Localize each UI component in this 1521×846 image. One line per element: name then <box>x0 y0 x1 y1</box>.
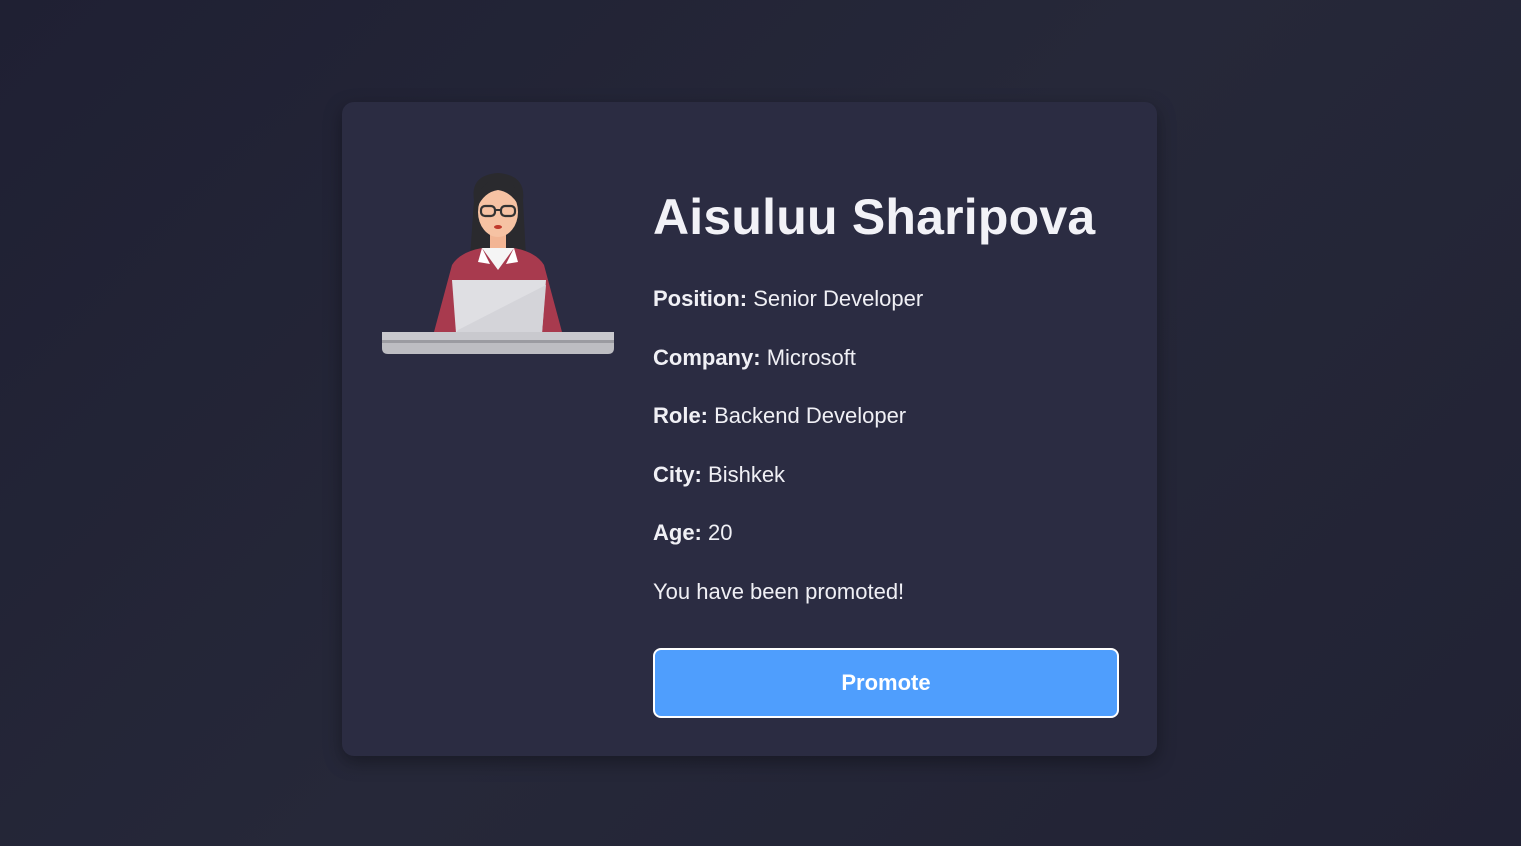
age-field: Age: 20 <box>653 518 733 548</box>
position-value: Senior Developer <box>753 286 924 311</box>
position-field: Position: Senior Developer <box>653 284 923 314</box>
city-field: City: Bishkek <box>653 460 785 490</box>
role-label: Role: <box>653 403 708 428</box>
profile-info: Aisuluu Sharipova Position: Senior Devel… <box>653 182 1123 604</box>
company-value: Microsoft <box>766 345 856 370</box>
age-label: Age: <box>653 520 702 545</box>
role-field: Role: Backend Developer <box>653 401 906 431</box>
position-label: Position: <box>653 286 748 311</box>
promotion-status-message: You have been promoted! <box>653 579 905 604</box>
role-value: Backend Developer <box>714 403 907 428</box>
company-field: Company: Microsoft <box>653 343 856 373</box>
woman-at-laptop-icon <box>382 170 614 355</box>
city-value: Bishkek <box>708 462 786 487</box>
city-label: City: <box>653 462 702 487</box>
profile-card: Aisuluu Sharipova Position: Senior Devel… <box>342 102 1157 756</box>
profile-name: Aisuluu Sharipova <box>653 189 1096 245</box>
promote-button[interactable]: Promote <box>653 648 1119 718</box>
age-value: 20 <box>708 520 733 545</box>
company-label: Company: <box>653 345 761 370</box>
